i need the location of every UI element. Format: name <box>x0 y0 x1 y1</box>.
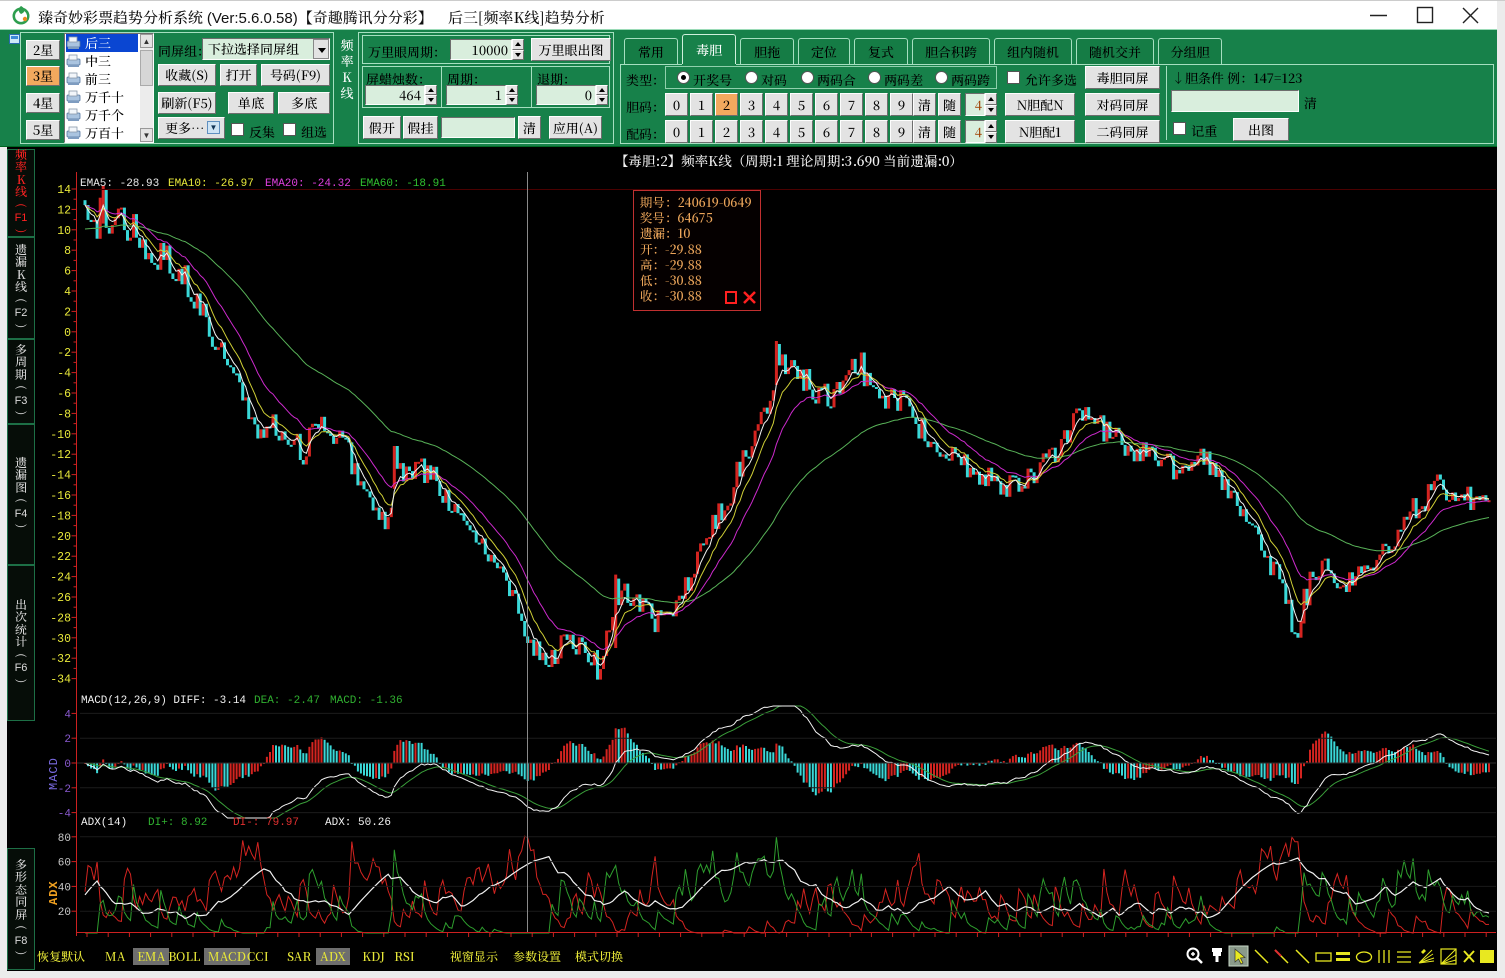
svg-text:EMA10: -26.97: EMA10: -26.97 <box>168 178 254 190</box>
svg-text:-2: -2 <box>57 347 71 360</box>
svg-text:收：-30.88: 收：-30.88 <box>640 287 702 305</box>
svg-text:6: 6 <box>64 266 71 279</box>
svg-text:-18: -18 <box>50 510 71 523</box>
svg-text:-2: -2 <box>58 784 71 796</box>
svg-text:8: 8 <box>64 245 71 258</box>
svg-text:60: 60 <box>58 858 71 870</box>
svg-text:-30: -30 <box>50 633 71 646</box>
svg-text:-24: -24 <box>50 572 71 585</box>
svg-text:20: 20 <box>58 907 71 919</box>
svg-text:-32: -32 <box>50 653 71 666</box>
svg-text:-4: -4 <box>57 368 71 381</box>
svg-text:EMA5: -28.93: EMA5: -28.93 <box>80 178 159 190</box>
svg-text:10: 10 <box>57 225 71 238</box>
svg-text:-4: -4 <box>58 809 72 821</box>
svg-text:EMA60: -18.91: EMA60: -18.91 <box>360 178 446 190</box>
svg-text:DI-: 79.97: DI-: 79.97 <box>233 817 299 829</box>
svg-text:4: 4 <box>64 286 71 299</box>
svg-text:-6: -6 <box>57 388 71 401</box>
svg-text:-34: -34 <box>50 674 71 687</box>
svg-text:DEA: -2.47: DEA: -2.47 <box>254 695 320 707</box>
svg-text:MACD(12,26,9) DIFF: -3.14: MACD(12,26,9) DIFF: -3.14 <box>81 695 246 707</box>
svg-text:80: 80 <box>58 833 71 845</box>
svg-text:-10: -10 <box>50 429 71 442</box>
svg-text:ADX(14): ADX(14) <box>81 817 127 829</box>
svg-text:MACD: -1.36: MACD: -1.36 <box>330 695 403 707</box>
svg-text:40: 40 <box>58 882 71 894</box>
svg-text:0: 0 <box>64 327 71 340</box>
svg-text:-16: -16 <box>50 490 71 503</box>
svg-text:-28: -28 <box>50 612 71 625</box>
svg-text:DI+: 8.92: DI+: 8.92 <box>148 817 207 829</box>
svg-text:0: 0 <box>64 759 71 771</box>
svg-text:-22: -22 <box>50 551 71 564</box>
svg-text:-20: -20 <box>50 531 71 544</box>
svg-text:-12: -12 <box>50 449 71 462</box>
svg-text:【毒胆:2】频率K线（周期:1 理论周期:3.690 当前遗: 【毒胆:2】频率K线（周期:1 理论周期:3.690 当前遗漏:0） <box>615 150 963 170</box>
svg-text:12: 12 <box>57 204 71 217</box>
svg-text:-14: -14 <box>50 470 71 483</box>
svg-text:4: 4 <box>64 709 71 721</box>
svg-text:2: 2 <box>64 306 71 319</box>
svg-text:2: 2 <box>64 734 71 746</box>
svg-text:14: 14 <box>57 184 71 197</box>
svg-text:-8: -8 <box>57 408 71 421</box>
svg-text:ADX: 50.26: ADX: 50.26 <box>325 817 391 829</box>
svg-text:EMA20: -24.32: EMA20: -24.32 <box>265 178 351 190</box>
svg-text:-26: -26 <box>50 592 71 605</box>
